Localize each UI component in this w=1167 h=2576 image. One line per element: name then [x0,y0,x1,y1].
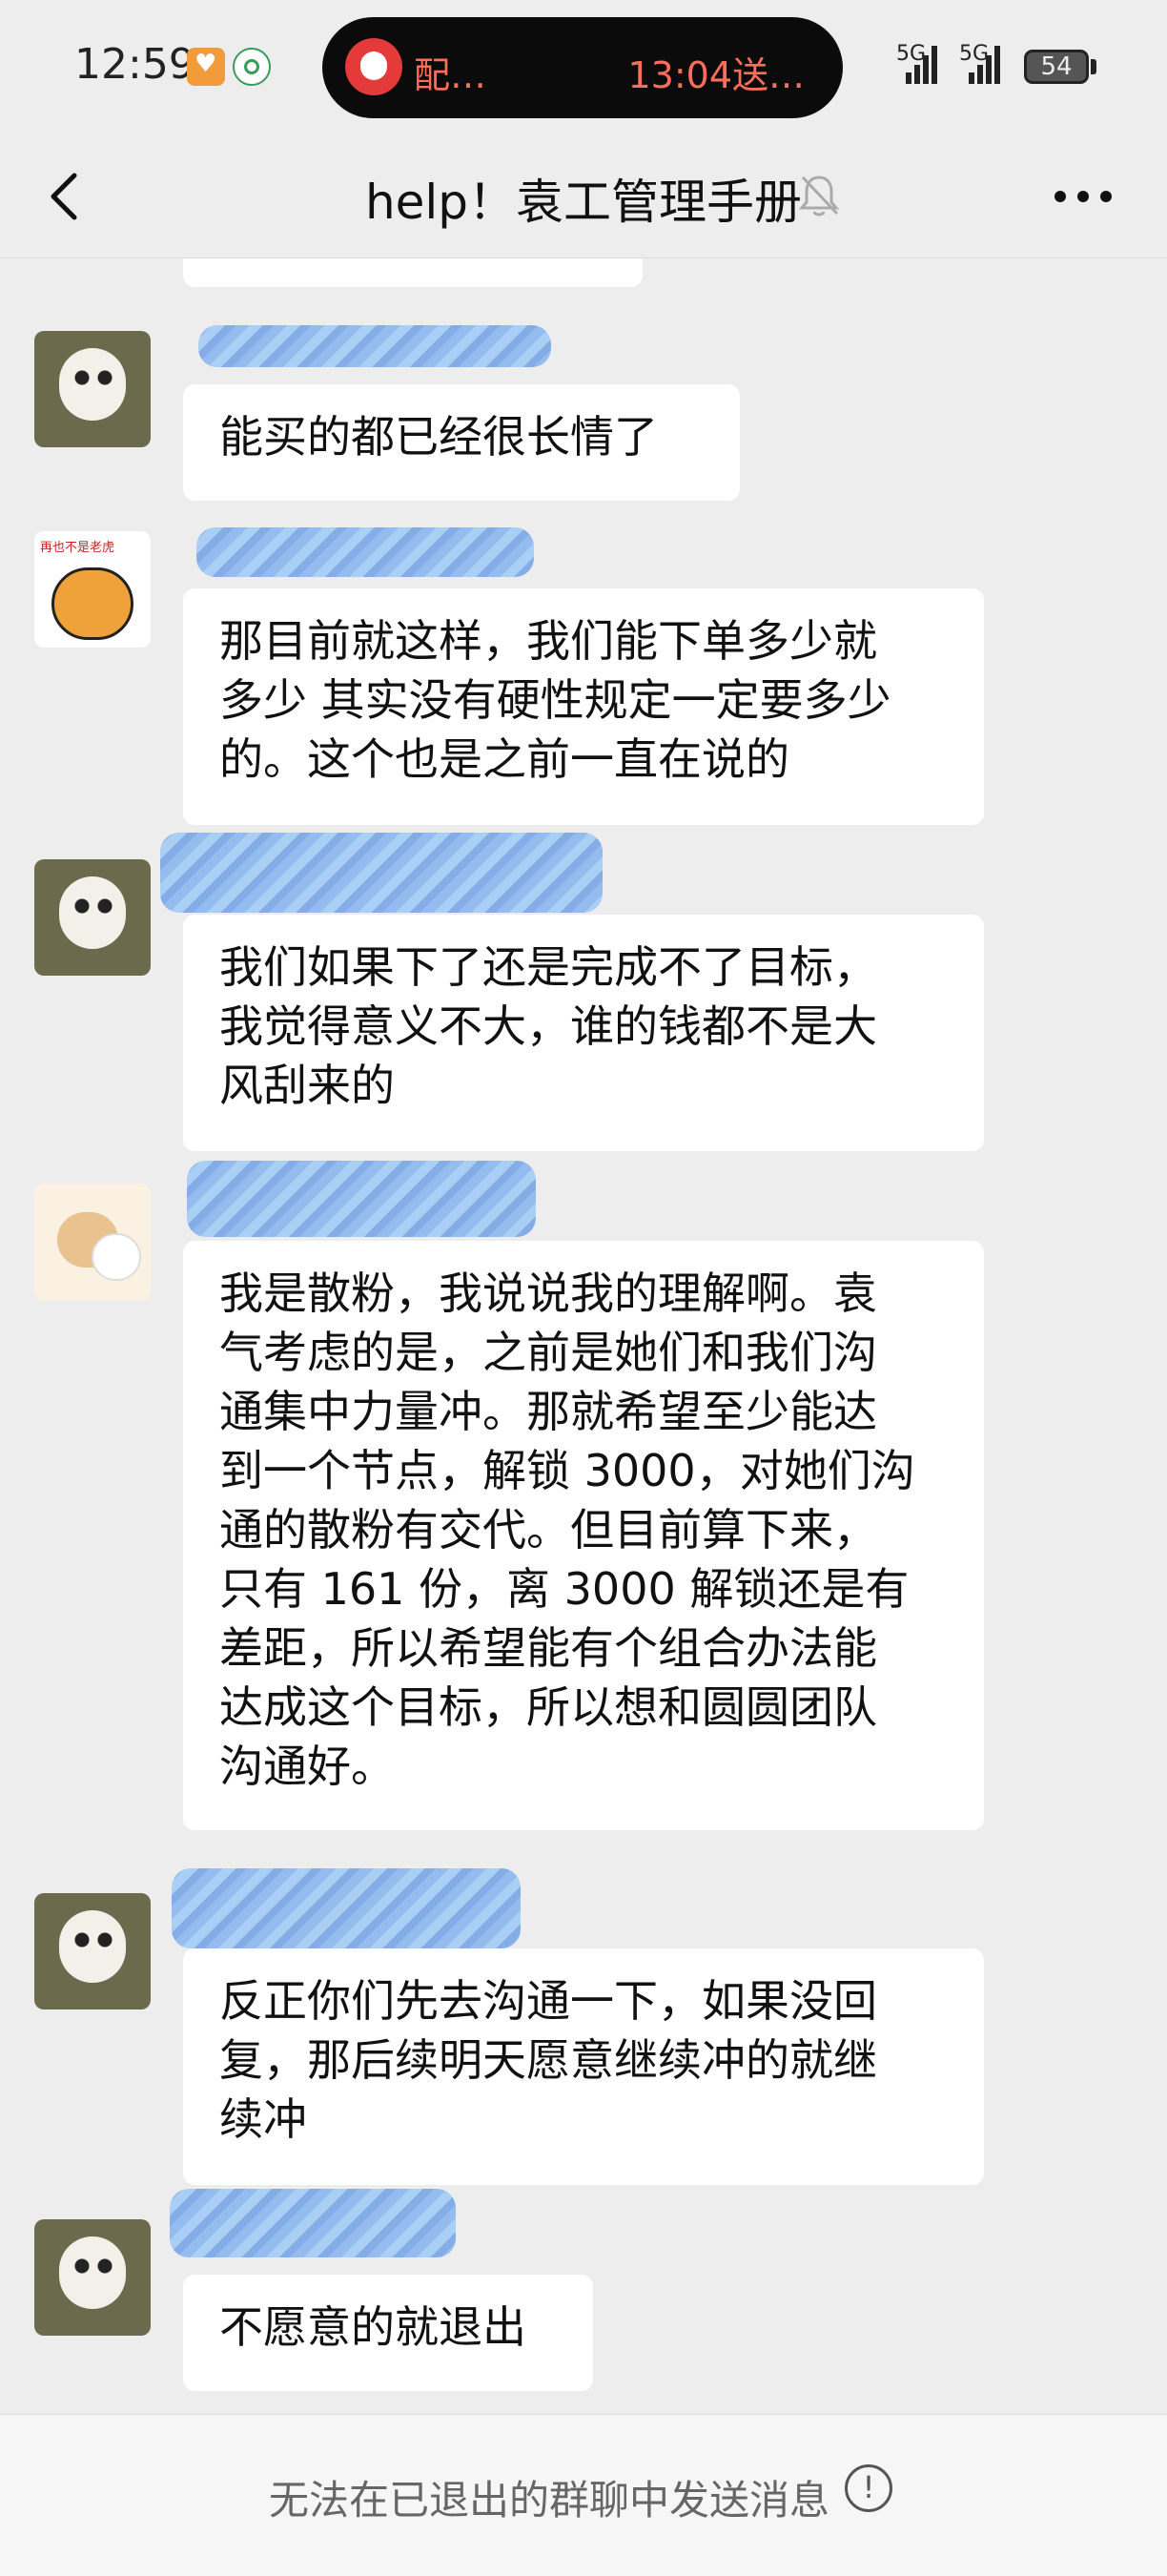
dynamic-island[interactable]: 配… 13:04送… [322,17,843,118]
chat-header: help！袁工管理手册 [0,134,1167,258]
sender-name-redacted [196,527,534,577]
avatar[interactable] [34,859,151,976]
sender-name-redacted [160,833,603,913]
battery-icon: 54 [1024,50,1089,84]
message-bubble: 能买的都已经很长情了 [183,384,740,501]
sender-name-redacted [198,325,551,367]
message-bubble: 我们如果下了还是完成不了目标， 我觉得意义不大，谁的钱都不是大 风刮来的 [183,915,984,1151]
signal-icon-2 [969,44,1007,84]
status-bar: 12:59 配… 13:04送… 5G 5G 54 [0,0,1167,134]
sender-name-redacted [187,1161,536,1237]
message-list[interactable]: 能买的都已经很长情了 那目前就这样，我们能下单多少就 多少 其实没有硬性规定一定… [0,258,1167,2414]
sender-name-redacted [172,1868,521,1948]
avatar[interactable] [34,531,151,648]
message-bubble: 我是散粉，我说说我的理解啊。袁 气考虑的是，之前是她们和我们沟 通集中力量冲。那… [183,1241,984,1830]
message-bubble-partial [183,258,643,287]
input-bar-disabled: 无法在已退出的群聊中发送消息 [0,2414,1167,2576]
bell-muted-icon [798,175,840,216]
island-left-text: 配… [414,54,487,96]
avatar[interactable] [34,1893,151,2009]
battery-tip [1091,59,1096,74]
signal-icon-1 [906,44,944,84]
carrier-icon [233,48,271,86]
island-right-text: 13:04送… [627,54,805,96]
delivery-app-icon [345,38,402,95]
message-bubble: 反正你们先去沟通一下，如果没回 复，那后续明天愿意继续冲的就继 续冲 [183,1948,984,2185]
message-bubble: 不愿意的就退出 [183,2275,593,2391]
cannot-send-notice: 无法在已退出的群聊中发送消息 [269,2477,830,2524]
avatar[interactable] [34,331,151,447]
status-time: 12:59 [74,40,195,89]
avatar[interactable] [34,1184,151,1300]
message-bubble: 那目前就这样，我们能下单多少就 多少 其实没有硬性规定一定要多少 的。这个也是之… [183,588,984,825]
chat-title: help！袁工管理手册 [364,175,803,230]
app-notification-icon [187,48,225,86]
exclamation-circle-icon[interactable] [845,2464,892,2512]
sender-name-redacted [170,2189,456,2257]
avatar[interactable] [34,2219,151,2336]
more-dots-icon[interactable] [1054,187,1112,206]
